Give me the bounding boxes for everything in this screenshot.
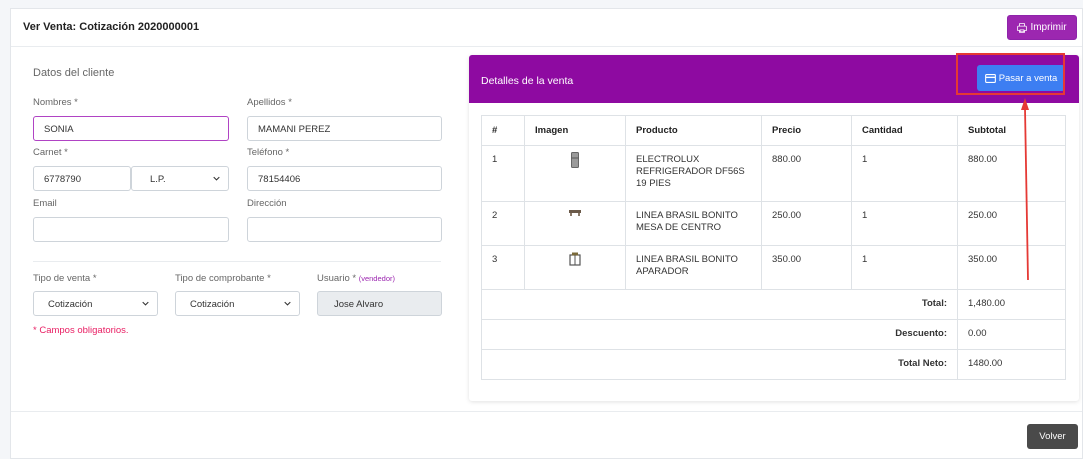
apellidos-input[interactable]: MAMANI PEREZ [247, 116, 442, 141]
direccion-label: Dirección [247, 198, 287, 209]
subtotal: 880.00 [957, 145, 1066, 202]
tipo-comprobante-label: Tipo de comprobante * [175, 273, 271, 284]
quantity: 1 [851, 245, 958, 290]
carnet-label: Carnet * [33, 147, 68, 158]
client-section-title: Datos del cliente [33, 67, 115, 79]
col-header: # [481, 115, 525, 146]
table-row: 2 LINEA BRASIL BONITO MESA DE CENTRO 250… [481, 201, 1066, 246]
table-row: 3 LINEA BRASIL BONITO APARADOR 350.00 1 … [481, 245, 1066, 290]
total-value: 1,480.00 [957, 289, 1066, 320]
product-image-cell [524, 145, 626, 202]
tipo-venta-value: Cotización [48, 299, 93, 310]
carnet-input[interactable]: 6778790 [33, 166, 131, 191]
usuario-input: Jose Alvaro [317, 291, 442, 316]
table-header-row: # Imagen Producto Precio Cantidad Subtot… [481, 115, 1066, 146]
carnet-ext-value: L.P. [150, 174, 166, 185]
page-title: Ver Venta: Cotización 2020000001 [23, 21, 200, 33]
telefono-input[interactable]: 78154406 [247, 166, 442, 191]
net-total-row: Total Neto: 1480.00 [481, 349, 1066, 380]
carnet-ext-select[interactable]: L.P. [131, 166, 229, 191]
quantity: 1 [851, 145, 958, 202]
pasar-a-venta-label: Pasar a venta [998, 72, 1058, 84]
chevron-down-icon [284, 301, 291, 306]
discount-value: 0.00 [957, 319, 1066, 350]
col-header: Producto [625, 115, 762, 146]
sale-details-panel: Detalles de la venta Pasar a venta # Ima… [469, 55, 1079, 401]
print-label: Imprimir [1030, 22, 1067, 33]
printer-icon [1017, 22, 1028, 33]
divider [33, 261, 441, 262]
chevron-down-icon [213, 176, 220, 181]
col-header: Imagen [524, 115, 626, 146]
subtotal: 250.00 [957, 201, 1066, 246]
row-number: 2 [481, 201, 525, 246]
email-label: Email [33, 198, 57, 209]
col-header: Cantidad [851, 115, 958, 146]
print-button[interactable]: Imprimir [1007, 15, 1077, 40]
table-row: 1 ELECTROLUX REFRIGERADOR DF56S 19 PIES … [481, 145, 1066, 202]
quantity: 1 [851, 201, 958, 246]
tipo-comprobante-select[interactable]: Cotización [175, 291, 300, 316]
pasar-a-venta-button[interactable]: Pasar a venta [977, 65, 1065, 91]
usuario-hint: (vendedor) [358, 274, 395, 283]
details-table: # Imagen Producto Precio Cantidad Subtot… [481, 115, 1066, 380]
usuario-label: Usuario * (vendedor) [317, 273, 395, 284]
details-header: Detalles de la venta Pasar a venta [469, 55, 1079, 103]
tipo-comprobante-value: Cotización [190, 299, 235, 310]
details-title: Detalles de la venta [481, 75, 574, 87]
nombres-input[interactable]: SONIA [33, 116, 229, 141]
total-label: Total: [481, 289, 958, 320]
tipo-venta-select[interactable]: Cotización [33, 291, 158, 316]
price: 880.00 [761, 145, 852, 202]
total-row: Total: 1,480.00 [481, 289, 1066, 320]
refrigerator-icon [571, 152, 579, 168]
sale-view-card: Ver Venta: Cotización 2020000001 Imprimi… [10, 8, 1083, 459]
price: 350.00 [761, 245, 852, 290]
product-name: LINEA BRASIL BONITO APARADOR [625, 245, 762, 290]
product-name: ELECTROLUX REFRIGERADOR DF56S 19 PIES [625, 145, 762, 202]
row-number: 3 [481, 245, 525, 290]
footer-divider [11, 411, 1082, 412]
net-total-value: 1480.00 [957, 349, 1066, 380]
apellidos-label: Apellidos * [247, 97, 292, 108]
discount-label: Descuento: [481, 319, 958, 350]
chevron-down-icon [142, 301, 149, 306]
coffee-table-icon [569, 210, 581, 216]
col-header: Subtotal [957, 115, 1066, 146]
tipo-venta-label: Tipo de venta * [33, 273, 97, 284]
card-header: Ver Venta: Cotización 2020000001 Imprimi… [11, 9, 1082, 47]
cabinet-icon [569, 252, 581, 266]
volver-button[interactable]: Volver [1027, 424, 1078, 449]
telefono-label: Teléfono * [247, 147, 290, 158]
product-image-cell [524, 245, 626, 290]
direccion-input[interactable] [247, 217, 442, 242]
usuario-label-text: Usuario * [317, 273, 357, 284]
discount-row: Descuento: 0.00 [481, 319, 1066, 350]
email-input[interactable] [33, 217, 229, 242]
nombres-label: Nombres * [33, 97, 78, 108]
row-number: 1 [481, 145, 525, 202]
col-header: Precio [761, 115, 852, 146]
required-note: * Campos obligatorios. [33, 325, 129, 336]
net-total-label: Total Neto: [481, 349, 958, 380]
subtotal: 350.00 [957, 245, 1066, 290]
credit-card-icon [984, 73, 996, 83]
price: 250.00 [761, 201, 852, 246]
product-name: LINEA BRASIL BONITO MESA DE CENTRO [625, 201, 762, 246]
product-image-cell [524, 201, 626, 246]
